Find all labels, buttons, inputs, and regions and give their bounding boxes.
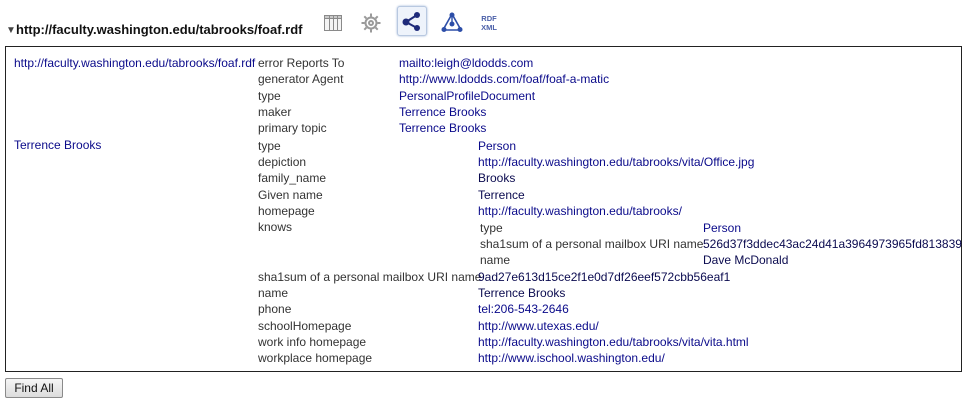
property-label: type (258, 139, 281, 153)
xml-label: XML (481, 23, 497, 32)
property-value-link[interactable]: tel:206-543-2646 (478, 302, 569, 316)
property-label: knows (258, 220, 293, 234)
property-label: depiction (258, 155, 307, 169)
nested-property-value: 526d37f3ddec43ac24d41a3964973965fd813839 (703, 237, 962, 251)
nested-property-value: Dave McDonald (703, 253, 789, 267)
property-label: primary topic (258, 121, 327, 135)
property-value-link[interactable]: Terrence Brooks (399, 105, 486, 119)
property-label: name (258, 286, 289, 300)
toolbar: ▼ http://faculty.washington.edu/tabrooks… (0, 0, 970, 44)
property-label: phone (258, 302, 292, 316)
property-label: Given name (258, 188, 323, 202)
subject-person-link[interactable]: Terrence Brooks (14, 138, 101, 152)
settings-icon[interactable] (358, 10, 384, 36)
property-value-link[interactable]: http://faculty.washington.edu/tabrooks/ (478, 204, 682, 218)
property-label: workplace homepage (258, 351, 373, 365)
property-label: work info homepage (258, 335, 367, 349)
property-value-link[interactable]: Terrence Brooks (399, 121, 486, 135)
property-label: type (258, 89, 281, 103)
property-label: family_name (258, 171, 327, 185)
property-label: maker (258, 105, 292, 119)
graph-view-icon[interactable] (397, 6, 427, 36)
nested-property-label: type (480, 221, 503, 235)
property-label: error Reports To (258, 56, 345, 70)
rdf-results-panel: http://faculty.washington.edu/tabrooks/f… (5, 46, 962, 372)
nested-property-value-link[interactable]: Person (703, 221, 741, 235)
property-value: 9ad27e613d15ce2f1e0d7df26eef572cbb56eaf1 (478, 270, 731, 284)
nested-property-label: sha1sum of a personal mailbox URI name (480, 237, 704, 251)
property-value-link[interactable]: mailto:leigh@ldodds.com (399, 56, 533, 70)
property-label: sha1sum of a personal mailbox URI name (258, 270, 482, 284)
property-value: Brooks (478, 171, 516, 185)
subject-document-link[interactable]: http://faculty.washington.edu/tabrooks/f… (14, 56, 255, 70)
property-value-link[interactable]: PersonalProfileDocument (399, 89, 535, 103)
property-label: schoolHomepage (258, 319, 352, 333)
property-label: homepage (258, 204, 315, 218)
rdf-network-icon[interactable] (439, 10, 465, 36)
property-value-link[interactable]: http://faculty.washington.edu/tabrooks/v… (478, 155, 754, 169)
nested-property-label: name (480, 253, 511, 267)
collapse-triangle-icon[interactable]: ▼ (6, 25, 16, 36)
rdf-label: RDF (481, 14, 497, 23)
property-value-link[interactable]: http://www.ischool.washington.edu/ (478, 351, 665, 365)
find-all-button[interactable]: Find All (5, 378, 63, 398)
property-value-link[interactable]: http://www.ldodds.com/foaf/foaf-a-matic (399, 72, 609, 86)
property-value: Terrence Brooks (478, 286, 566, 300)
table-view-icon[interactable] (320, 10, 346, 36)
source-url[interactable]: http://faculty.washington.edu/tabrooks/f… (16, 22, 302, 37)
property-value-link[interactable]: Person (478, 139, 516, 153)
property-value-link[interactable]: http://www.utexas.edu/ (478, 319, 599, 333)
property-value: Terrence (478, 188, 525, 202)
property-label: generator Agent (258, 72, 344, 86)
property-value-link[interactable]: http://faculty.washington.edu/tabrooks/v… (478, 335, 749, 349)
rdf-xml-icon[interactable]: RDF XML (476, 10, 502, 36)
